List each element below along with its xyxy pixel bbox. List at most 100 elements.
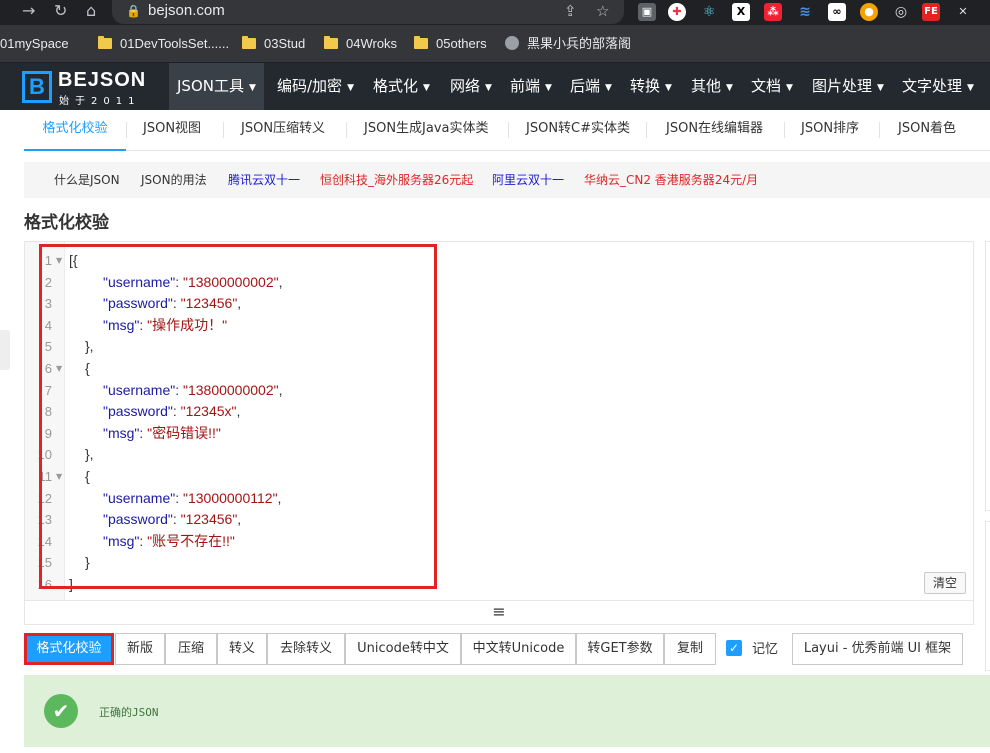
escape-button[interactable]: 转义 <box>217 633 267 665</box>
tab-json-java[interactable]: JSON生成Java实体类 <box>364 110 489 151</box>
menu-format[interactable]: 格式化 ▼ <box>365 63 438 110</box>
code-token: }, <box>85 446 94 463</box>
tab-json-color[interactable]: JSON着色 <box>898 110 956 151</box>
site-logo[interactable]: B BEJSON 始于2011 <box>22 69 152 107</box>
bookmarks-bar: 01mySpace 01DevToolsSet...... 03Stud 04W… <box>0 25 990 63</box>
fold-arrow-icon[interactable]: ▼ <box>56 250 62 271</box>
extension-layers-icon[interactable]: ≋ <box>796 3 814 21</box>
code-token: : <box>172 295 181 312</box>
bookmark-star-icon[interactable]: ☆ <box>596 2 609 20</box>
unescape-button[interactable]: 去除转义 <box>267 633 345 665</box>
menu-encode[interactable]: 编码/加密 ▼ <box>269 63 362 110</box>
code-token: "username" <box>103 273 176 290</box>
tab-format-validate[interactable]: 格式化校验 <box>24 110 126 151</box>
tool-tabs: 格式化校验 JSON视图 JSON压缩转义 JSON生成Java实体类 JSON… <box>24 110 990 151</box>
link-ad[interactable]: 恒创科技_海外服务器26元起 <box>320 171 473 189</box>
code-line: [{ <box>69 250 78 271</box>
link-ad[interactable]: 阿里云双十一 <box>492 171 564 189</box>
tab-json-view[interactable]: JSON视图 <box>143 110 201 151</box>
unicode-to-chinese-button[interactable]: Unicode转中文 <box>345 633 461 665</box>
code-token: : <box>139 316 148 333</box>
folder-icon <box>242 36 256 49</box>
memory-checkbox[interactable]: ✓ <box>726 640 742 656</box>
code-token: , <box>237 511 242 528</box>
compress-button[interactable]: 压缩 <box>165 633 217 665</box>
side-panel-edge <box>985 521 990 671</box>
code-token: "12345x" <box>180 403 237 420</box>
code-token: , <box>236 403 241 420</box>
code-token: : <box>172 511 181 528</box>
menu-backend[interactable]: 后端 ▼ <box>562 63 620 110</box>
to-get-params-button[interactable]: 转GET参数 <box>576 633 664 665</box>
address-bar[interactable]: 🔒 bejson.com ⇪ ☆ <box>112 0 624 24</box>
extension-dice-icon[interactable]: ⁂ <box>764 3 782 21</box>
menu-json-tools[interactable]: JSON工具 ▼ <box>169 63 264 110</box>
menu-text[interactable]: 文字处理 ▼ <box>894 63 982 110</box>
bookmark-item[interactable]: 黑果小兵的部落阁 <box>505 35 631 53</box>
line-number: 15 <box>37 555 52 571</box>
line-number: 7 <box>44 382 52 398</box>
menu-convert[interactable]: 转换 ▼ <box>622 63 680 110</box>
extension-color-icon[interactable]: ✚ <box>668 3 686 21</box>
site-header: B BEJSON 始于2011 JSON工具 ▼ 编码/加密 ▼ 格式化 ▼ 网络 ▼ … <box>0 63 990 110</box>
copy-button[interactable]: 复制 <box>664 633 716 665</box>
menu-network[interactable]: 网络 ▼ <box>442 63 500 110</box>
menu-frontend[interactable]: 前端 ▼ <box>502 63 560 110</box>
extension-capture-icon[interactable]: ▣ <box>638 3 656 21</box>
check-circle-icon: ✔ <box>44 694 78 728</box>
bookmark-item[interactable]: 01DevToolsSet...... <box>98 35 229 53</box>
caret-down-icon: ▼ <box>726 83 733 93</box>
resize-handle[interactable]: ≡ <box>24 601 974 625</box>
link-json-usage[interactable]: JSON的用法 <box>141 171 207 189</box>
extension-browser-icon[interactable]: ● <box>860 3 878 21</box>
layui-link-button[interactable]: Layui - 优秀前端 UI 框架 <box>792 633 963 665</box>
format-validate-button[interactable]: 格式化校验 <box>24 633 114 665</box>
fold-arrow-icon[interactable]: ▼ <box>56 358 62 379</box>
reload-icon[interactable]: ↻ <box>54 1 67 21</box>
link-ad[interactable]: 华纳云_CN2 香港服务器24元/月 <box>584 171 758 189</box>
extension-target-icon[interactable]: ◎ <box>892 3 910 21</box>
forward-icon[interactable]: → <box>22 1 35 21</box>
clear-button[interactable]: 清空 <box>924 572 966 594</box>
new-version-button[interactable]: 新版 <box>115 633 165 665</box>
caret-down-icon: ▼ <box>545 83 552 93</box>
extension-fe-icon[interactable]: FE <box>922 3 940 21</box>
line-number: 14 <box>37 533 52 549</box>
link-what-is-json[interactable]: 什么是JSON <box>54 171 120 189</box>
extension-glasses-icon[interactable]: ∞ <box>828 3 846 21</box>
bookmark-item[interactable]: 04Wroks <box>324 35 397 53</box>
code-token: }, <box>85 338 94 355</box>
caret-down-icon: ▼ <box>786 83 793 93</box>
menu-image[interactable]: 图片处理 ▼ <box>804 63 892 110</box>
react-devtools-icon[interactable]: ⚛ <box>700 3 718 21</box>
tab-json-editor[interactable]: JSON在线编辑器 <box>666 110 763 151</box>
tab-json-sort[interactable]: JSON排序 <box>801 110 859 151</box>
bookmark-item[interactable]: 03Stud <box>242 35 305 53</box>
line-number: 1 <box>44 253 52 268</box>
tab-json-csharp[interactable]: JSON转C#实体类 <box>526 110 630 151</box>
bookmark-item[interactable]: 05others <box>414 35 487 53</box>
line-number: 5 <box>44 339 52 355</box>
tab-json-compress[interactable]: JSON压缩转义 <box>241 110 325 151</box>
home-icon[interactable]: ⌂ <box>86 1 96 21</box>
code-token: , <box>278 273 283 290</box>
share-icon[interactable]: ⇪ <box>564 2 577 20</box>
json-editor[interactable]: 1 ▼ 2 3 4 5 6 ▼ 7 8 9 10 11 ▼ 12 13 14 15 16 [{"username":… <box>24 241 974 601</box>
logo-name: BEJSON <box>58 69 147 91</box>
extension-close-icon[interactable]: ✕ <box>954 3 972 21</box>
address-url[interactable]: bejson.com <box>148 2 225 19</box>
link-ad[interactable]: 腾讯云双十一 <box>228 171 300 189</box>
menu-other[interactable]: 其他 ▼ <box>683 63 741 110</box>
left-edge-tab[interactable] <box>0 330 10 370</box>
validation-result: ✔ 正确的JSON <box>24 675 990 747</box>
logo-subtitle: 始于2011 <box>59 96 141 107</box>
bookmark-item[interactable]: 01mySpace <box>0 35 69 53</box>
code-token: "操作成功！" <box>147 316 228 333</box>
chinese-to-unicode-button[interactable]: 中文转Unicode <box>461 633 576 665</box>
code-token: "username" <box>103 381 176 398</box>
fold-arrow-icon[interactable]: ▼ <box>56 466 62 487</box>
extension-x-icon[interactable]: X <box>732 3 750 21</box>
tab-divider <box>126 122 127 138</box>
caret-down-icon: ▼ <box>665 83 672 93</box>
menu-docs[interactable]: 文档 ▼ <box>743 63 801 110</box>
